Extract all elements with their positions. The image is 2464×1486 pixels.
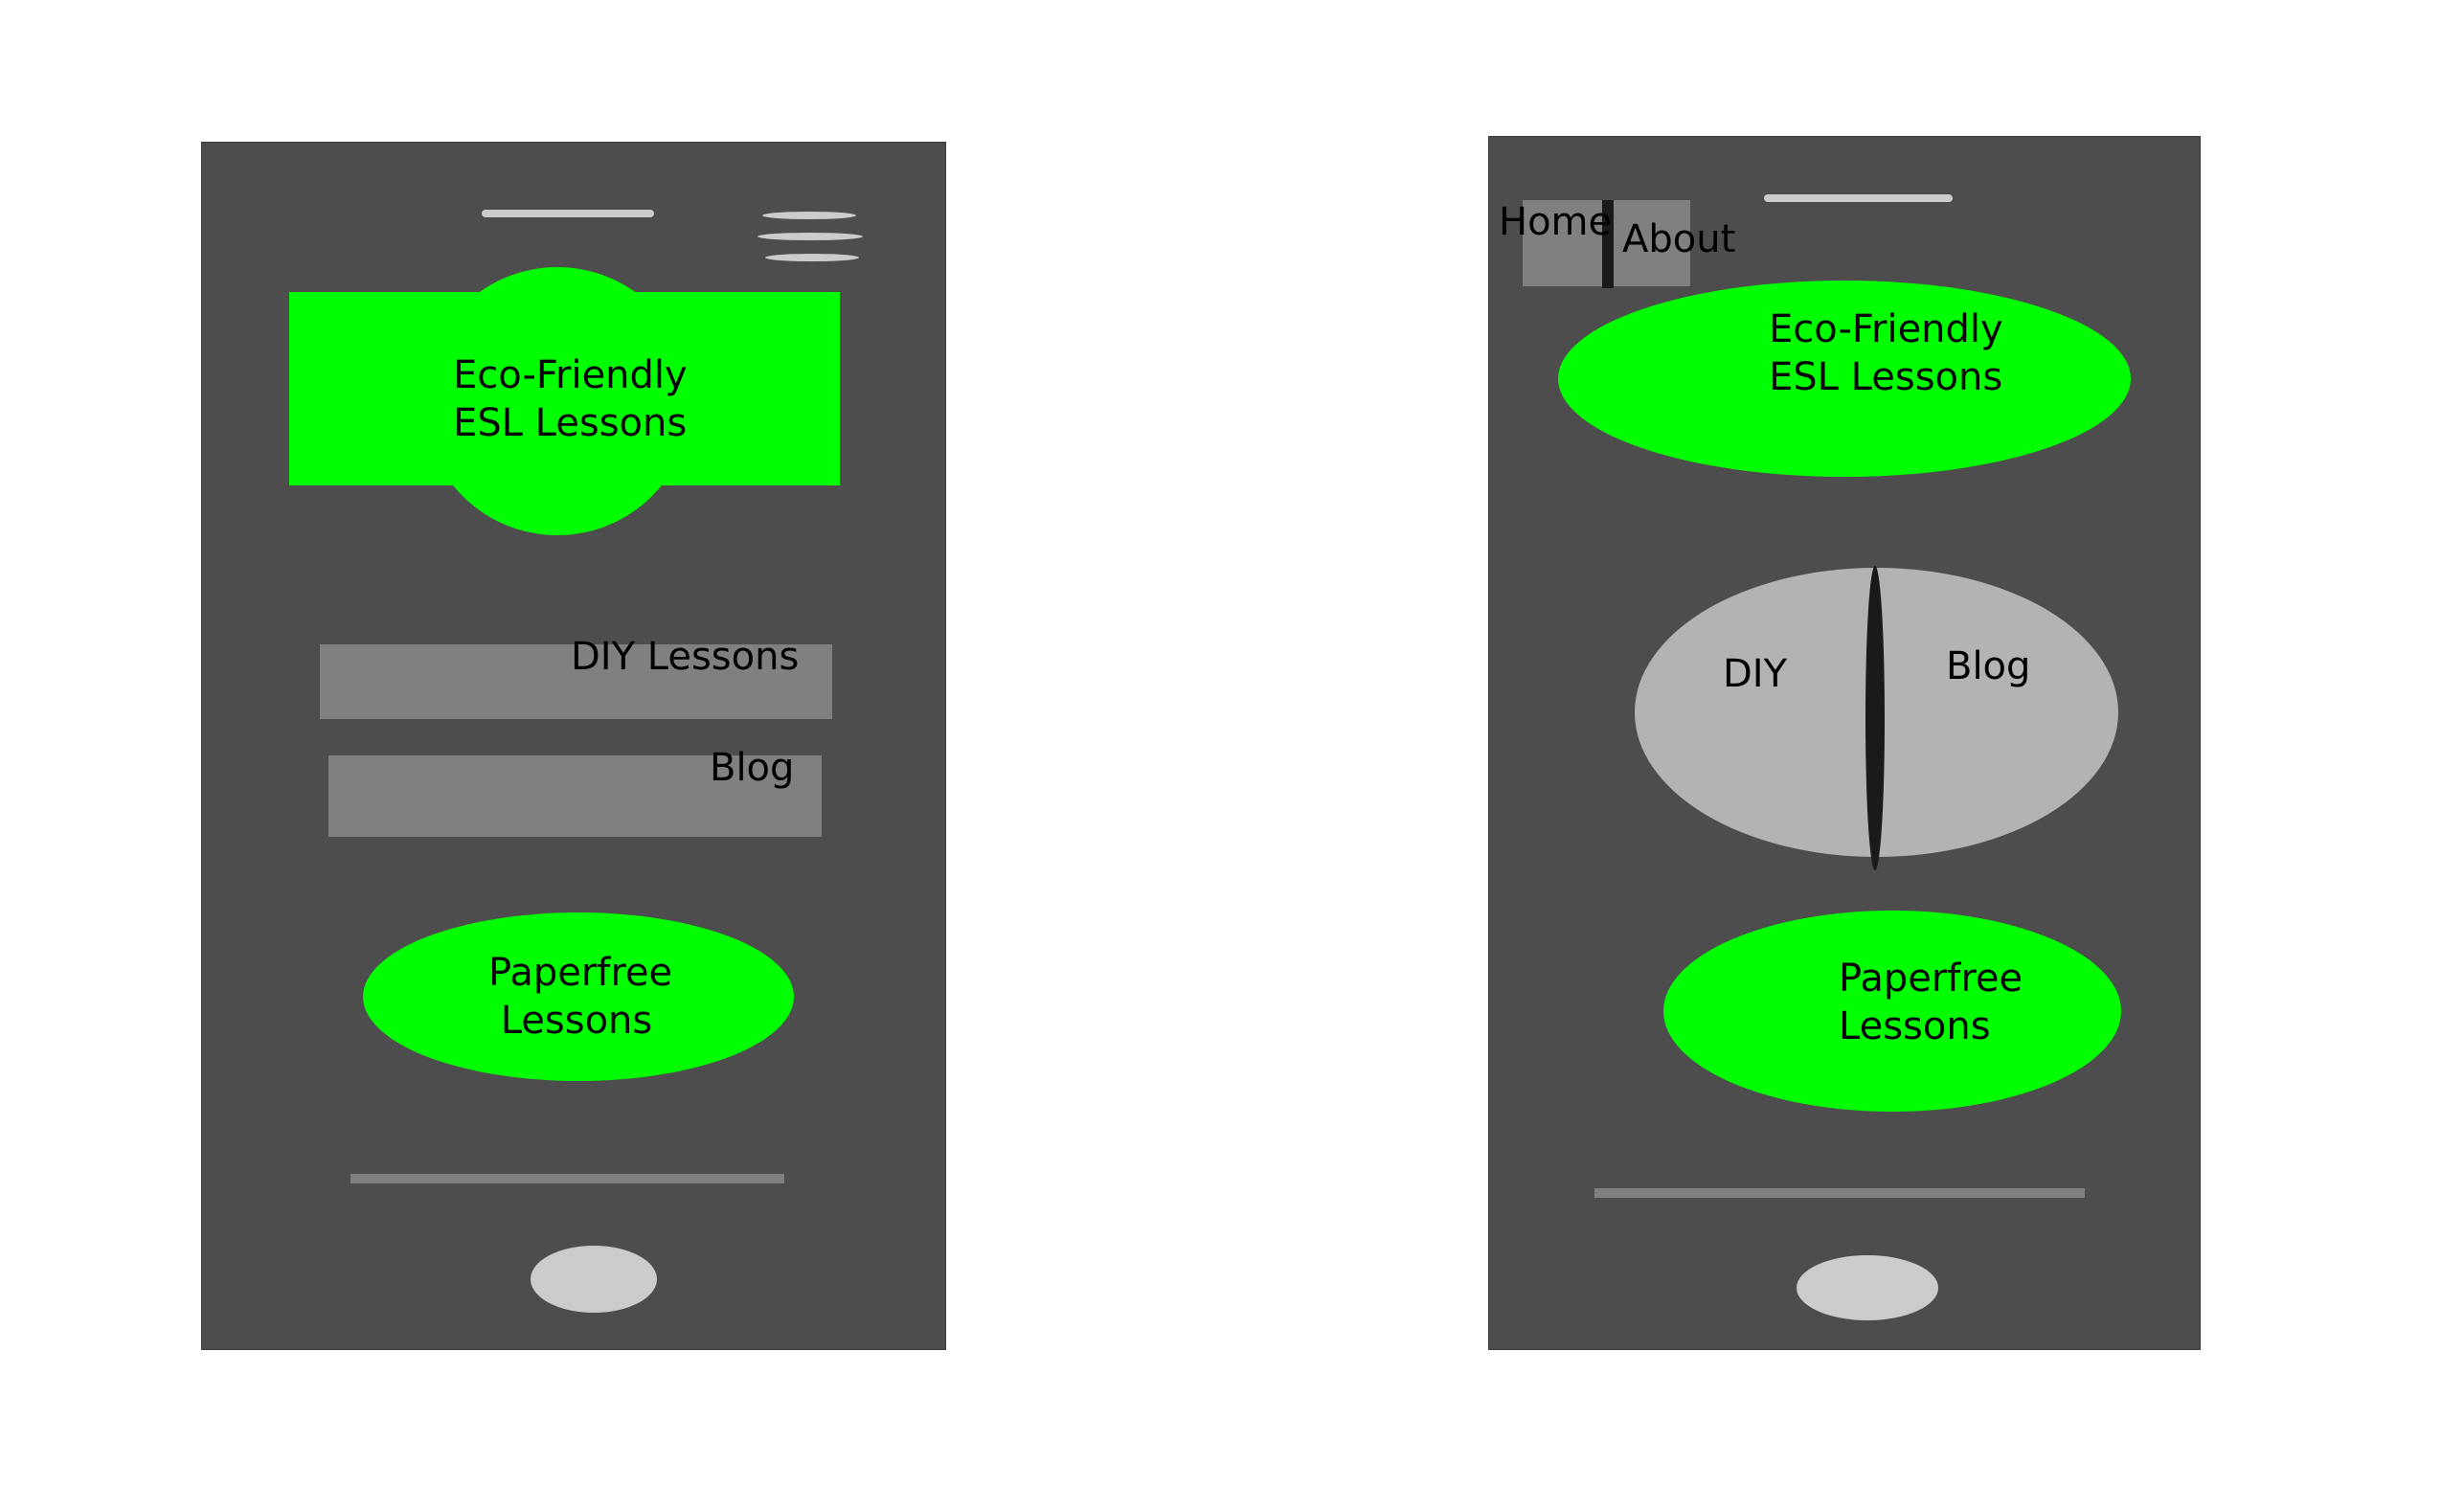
home-button-icon[interactable]	[531, 1246, 657, 1313]
hero-banner[interactable]: Eco-Friendly ESL Lessons	[289, 267, 840, 545]
hamburger-menu-icon[interactable]	[757, 212, 865, 265]
footer-divider	[350, 1174, 784, 1183]
nav-item-diy-lessons[interactable]: DIY Lessons	[320, 633, 832, 719]
speaker-slot	[482, 210, 654, 217]
cta-paperfree-lessons[interactable]: Paperfree Lessons	[363, 912, 794, 1081]
hero-title-line2: ESL Lessons	[453, 401, 688, 445]
hero-title-line1: Eco-Friendly	[1769, 307, 2003, 351]
cta-line2: Lessons	[1839, 1004, 1991, 1048]
footer-divider	[1594, 1188, 2085, 1198]
nav-item-diy-lessons-label: DIY Lessons	[571, 635, 800, 679]
phone-mockup-right: Home About Eco-Friendly ESL Lessons DIY …	[1488, 136, 2201, 1350]
home-button-icon[interactable]	[1797, 1255, 1938, 1320]
hero-banner[interactable]: Eco-Friendly ESL Lessons	[1558, 281, 2131, 477]
nav-item-blog[interactable]: Blog	[328, 744, 822, 840]
nav-item-blog-label: Blog	[1946, 644, 2031, 688]
phone-mockup-left: Eco-Friendly ESL Lessons DIY Lessons Blo…	[201, 142, 946, 1350]
nav-split-pill: DIY Blog	[1635, 556, 2118, 870]
nav-item-diy-label: DIY	[1723, 652, 1788, 696]
pill-divider	[1865, 566, 1885, 870]
hero-title-line2: ESL Lessons	[1769, 355, 2003, 399]
hero-title-line1: Eco-Friendly	[453, 353, 688, 397]
cta-line2: Lessons	[488, 999, 653, 1043]
tab-about-label: About	[1622, 217, 1736, 261]
top-tab-bar: Home About	[1495, 198, 1744, 294]
cta-paperfree-lessons[interactable]: Paperfree Lessons	[1663, 911, 2121, 1112]
nav-item-diy[interactable]	[1635, 568, 1866, 857]
speaker-slot	[1764, 194, 1953, 202]
cta-line1: Paperfree	[1839, 957, 2023, 1001]
cta-line1: Paperfree	[488, 951, 673, 995]
nav-item-blog-label: Blog	[710, 746, 795, 790]
tab-home-label: Home	[1499, 200, 1613, 244]
nav-item-blog[interactable]	[1886, 568, 2118, 857]
